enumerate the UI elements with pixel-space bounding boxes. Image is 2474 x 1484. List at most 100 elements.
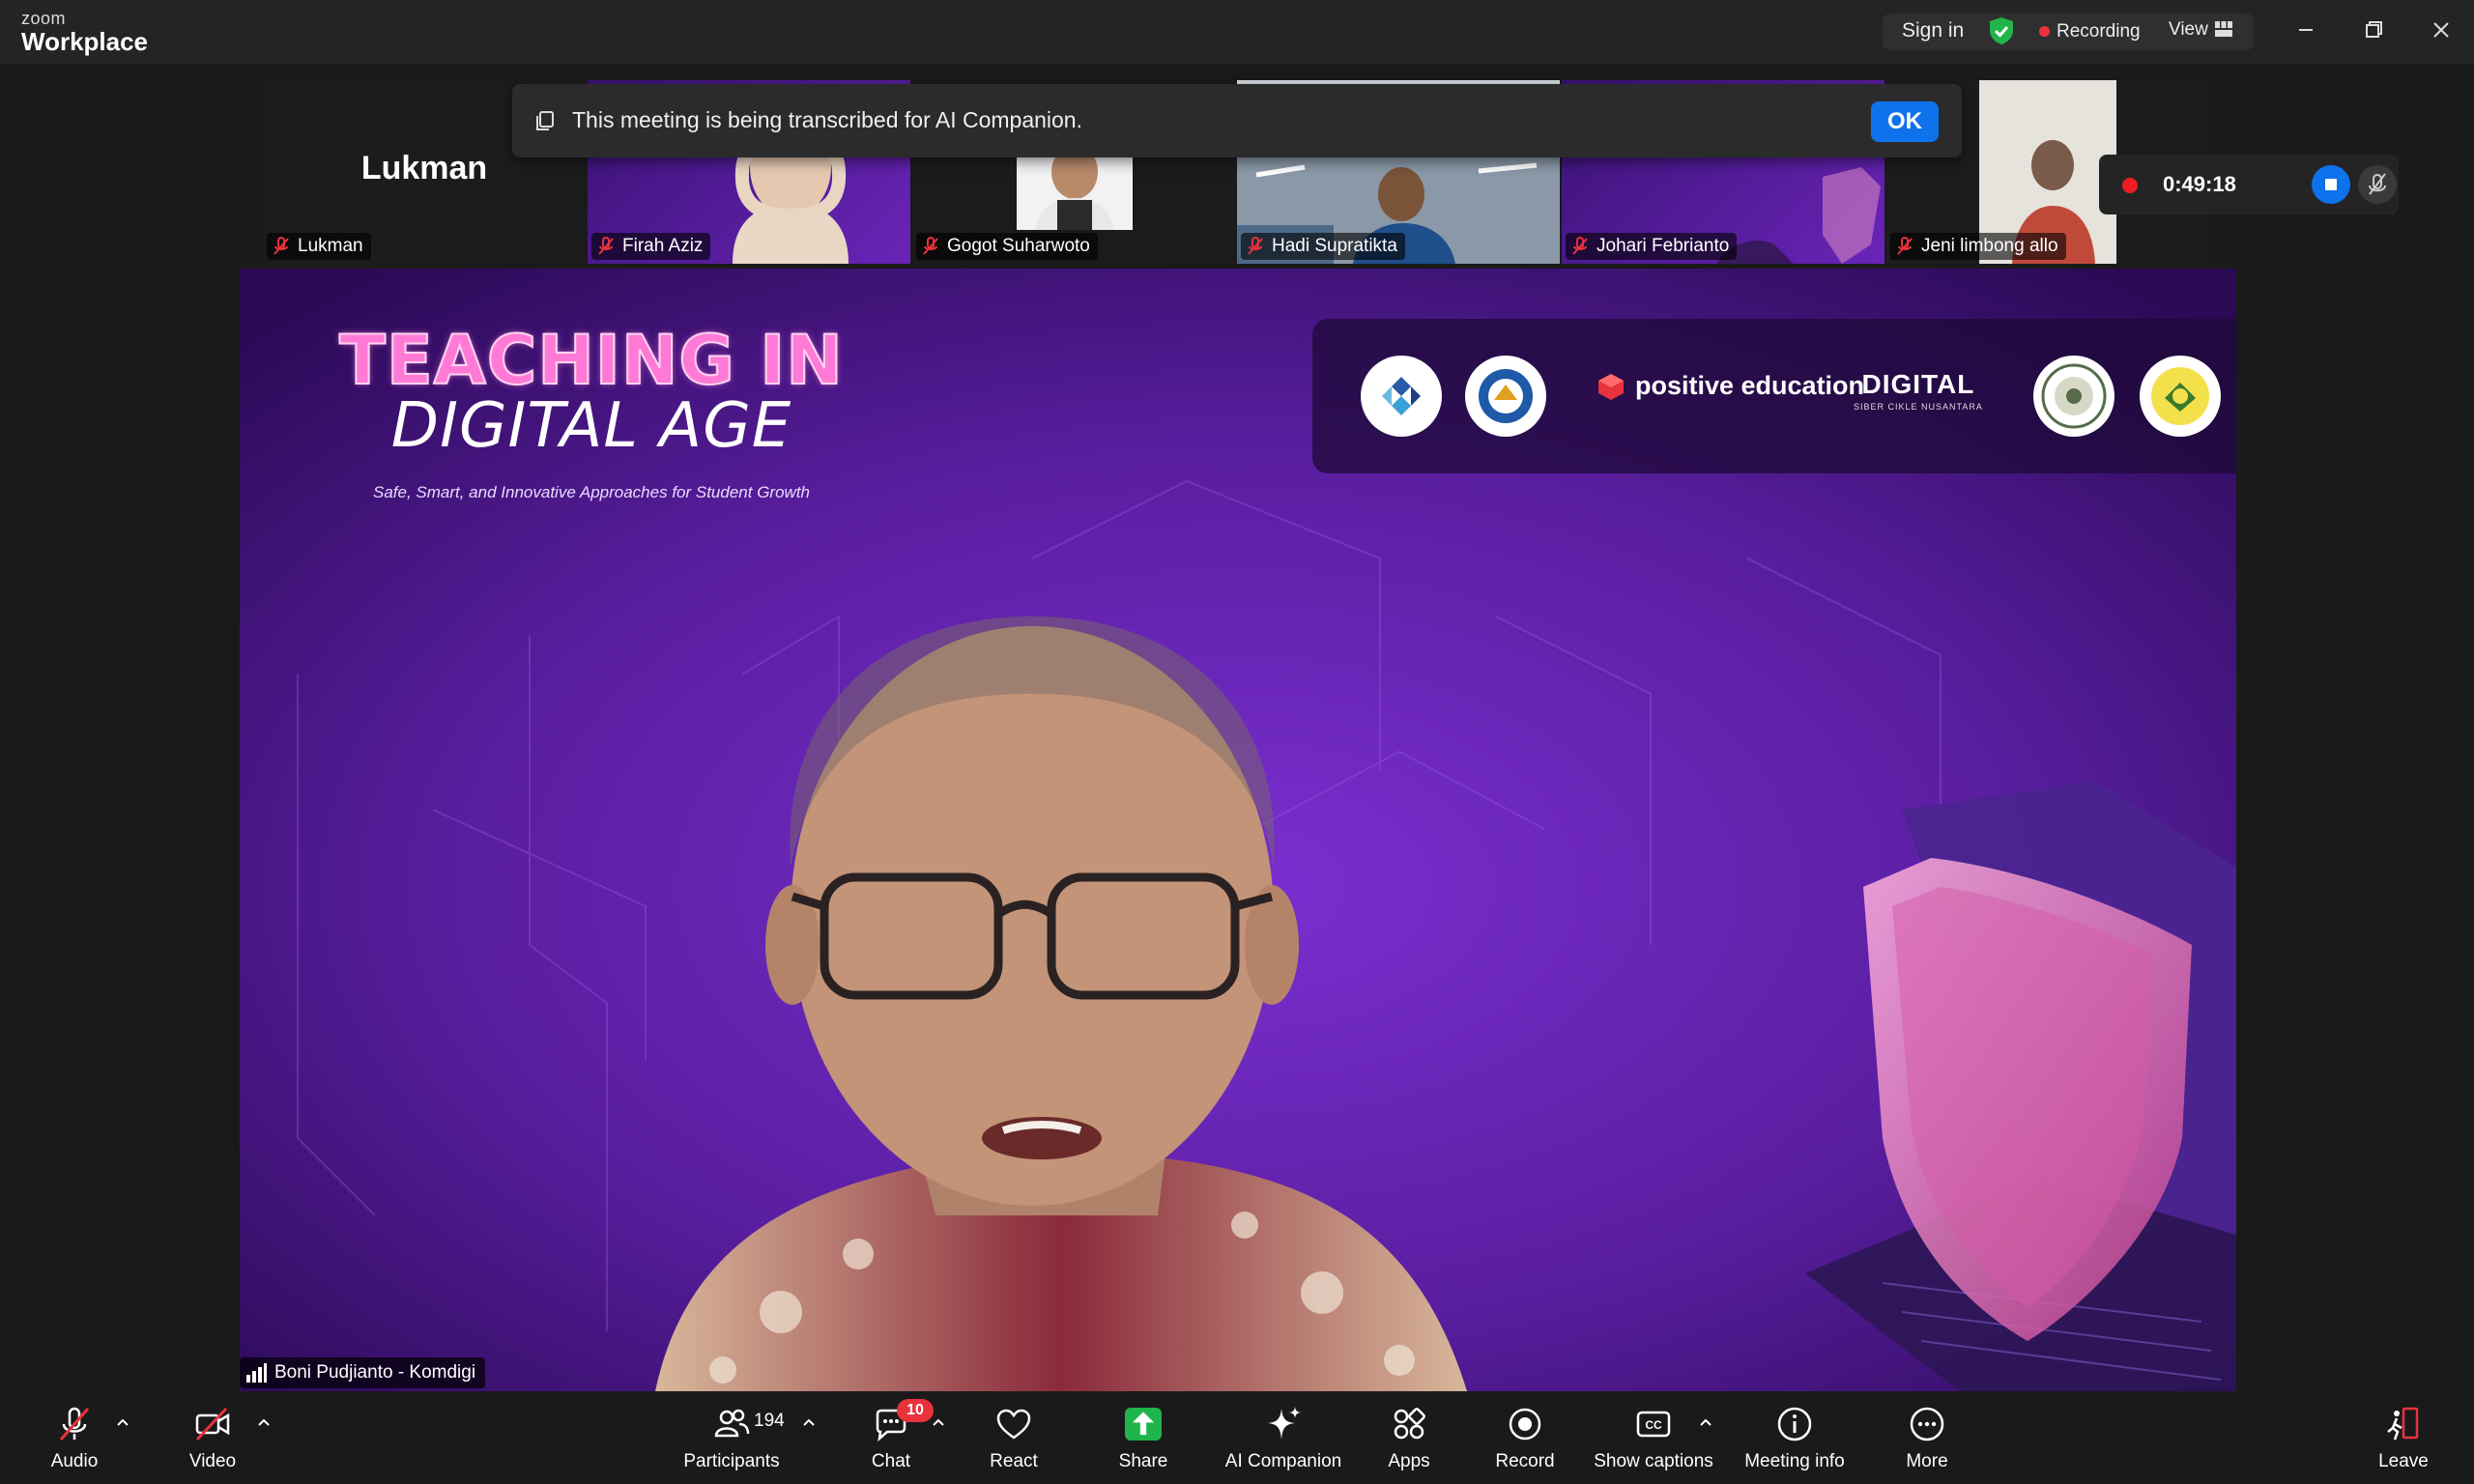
- video-options-caret[interactable]: [253, 1414, 274, 1430]
- brand-big-text: Workplace: [21, 27, 149, 56]
- react-button[interactable]: React: [990, 1391, 1038, 1484]
- main-speaker-video[interactable]: TEACHING IN DIGITAL AGE Safe, Smart, and…: [240, 269, 2236, 1391]
- ai-companion-button[interactable]: AI Companion: [1225, 1391, 1341, 1484]
- more-label: More: [1906, 1451, 1948, 1471]
- participant-name: Firah Aziz: [622, 236, 704, 256]
- positive-education-text: positive education: [1635, 371, 1865, 400]
- participants-options-caret[interactable]: [798, 1414, 820, 1430]
- svg-text:CC: CC: [1645, 1418, 1662, 1432]
- zoom-logo: zoom Workplace: [21, 10, 148, 54]
- show-captions-button[interactable]: CC Show captions: [1594, 1391, 1713, 1484]
- grid-view-icon[interactable]: [2215, 21, 2232, 37]
- participants-icon: [714, 1409, 750, 1438]
- stop-recording-button[interactable]: [2312, 165, 2350, 204]
- close-icon: [2433, 22, 2449, 38]
- sign-in-button[interactable]: Sign in: [1902, 19, 1964, 43]
- participant-name-tag: Hadi Supratikta: [1241, 233, 1405, 260]
- ai-companion-label: AI Companion: [1224, 1451, 1342, 1471]
- audio-label: Audio: [50, 1451, 99, 1471]
- chevron-up-icon: [803, 1418, 815, 1426]
- chevron-up-icon: [933, 1418, 944, 1426]
- sponsor-logo-bar: positive education DIGITAL SIBER CIKLE N…: [1312, 319, 2236, 473]
- digital-logo-subtext: SIBER CIKLE NUSANTARA: [1854, 402, 1983, 412]
- video-button[interactable]: Video: [184, 1391, 242, 1484]
- muted-mic-icon: [59, 1407, 90, 1441]
- notice-message: This meeting is being transcribed for AI…: [572, 107, 1082, 132]
- muted-mic-icon: [273, 237, 289, 255]
- record-button[interactable]: Record: [1494, 1391, 1556, 1484]
- apps-icon: [1394, 1408, 1425, 1440]
- digital-logo-text: DIGITAL: [1861, 369, 1975, 399]
- participant-name-tag: Johari Febrianto: [1566, 233, 1738, 260]
- record-label: Record: [1495, 1451, 1555, 1471]
- speaker-name-tag: Boni Pudjianto - Komdigi: [240, 1357, 486, 1388]
- participant-name: Hadi Supratikta: [1272, 236, 1397, 256]
- participant-name-tag: Jeni limbong allo: [1890, 233, 2066, 260]
- slide-title-line1: TEACHING IN: [338, 321, 844, 400]
- video-off-icon: [195, 1407, 230, 1441]
- captions-options-caret[interactable]: [1695, 1414, 1716, 1430]
- participant-name: Lukman: [298, 236, 363, 256]
- slide-subtitle: Safe, Smart, and Innovative Approaches f…: [372, 483, 810, 501]
- muted-mic-icon: [923, 237, 938, 255]
- heart-icon: [996, 1409, 1031, 1440]
- participant-name-tag: Firah Aziz: [591, 233, 711, 260]
- participant-name: Gogot Suharwoto: [947, 236, 1090, 256]
- chat-button[interactable]: 10 Chat: [868, 1391, 934, 1484]
- audio-button[interactable]: Audio: [44, 1391, 104, 1484]
- muted-mic-icon: [1248, 237, 1263, 255]
- positive-education-logo: positive education: [1597, 371, 1864, 401]
- meeting-info-label: Meeting info: [1744, 1451, 1845, 1471]
- recording-dot-icon: [2039, 26, 2050, 37]
- muted-mic-icon: [1897, 237, 1913, 255]
- copy-icon: [536, 111, 554, 130]
- signal-bars-icon: [246, 1363, 267, 1383]
- slide-title-line2: DIGITAL AGE: [390, 390, 792, 462]
- digital-logo: DIGITAL SIBER CIKLE NUSANTARA: [1854, 369, 1983, 412]
- more-button[interactable]: More: [1902, 1391, 1952, 1484]
- leave-button[interactable]: Leave: [2377, 1391, 2430, 1484]
- react-label: React: [990, 1451, 1038, 1471]
- transcription-notice: This meeting is being transcribed for AI…: [512, 84, 1962, 157]
- participant-name: Jeni limbong allo: [1921, 236, 2058, 256]
- video-label: Video: [188, 1451, 237, 1471]
- chevron-up-icon: [117, 1418, 129, 1426]
- chevron-up-icon: [258, 1418, 270, 1426]
- ministry-logo: [1465, 356, 1546, 437]
- slide-title: TEACHING IN DIGITAL AGE: [321, 321, 862, 462]
- cube-icon: [1598, 373, 1624, 400]
- participants-button[interactable]: Participants: [682, 1391, 781, 1484]
- chevron-up-icon: [1700, 1418, 1712, 1426]
- leave-door-icon: [2387, 1407, 2419, 1441]
- participants-count: 194: [754, 1411, 785, 1431]
- restore-button[interactable]: [2354, 14, 2393, 46]
- record-icon: [1509, 1408, 1541, 1441]
- meeting-info-button[interactable]: Meeting info: [1740, 1391, 1850, 1484]
- restore-icon: [2366, 21, 2382, 38]
- speaker-name: Boni Pudjianto - Komdigi: [274, 1362, 476, 1383]
- apps-button[interactable]: Apps: [1386, 1391, 1432, 1484]
- sparkle-icon: [1268, 1407, 1301, 1440]
- recording-indicator[interactable]: Recording: [2057, 21, 2141, 43]
- muted-mic-icon: [2369, 173, 2386, 195]
- show-captions-label: Show captions: [1594, 1451, 1713, 1471]
- meeting-toolbar: Audio Video Participants 194 10 Chat Rea…: [0, 1391, 2474, 1484]
- minimize-icon: [2299, 29, 2313, 31]
- participant-name-tag: Gogot Suharwoto: [916, 233, 1098, 260]
- audio-options-caret[interactable]: [112, 1414, 133, 1430]
- emblem-logo: [2033, 356, 2114, 437]
- info-icon: [1777, 1407, 1812, 1441]
- chat-label: Chat: [871, 1451, 911, 1471]
- minimize-button[interactable]: [2287, 14, 2325, 46]
- recording-timer: 0:49:18: [2163, 172, 2236, 196]
- closed-captions-icon: CC: [1636, 1411, 1671, 1438]
- chat-options-caret[interactable]: [928, 1414, 949, 1430]
- leave-label: Leave: [2378, 1451, 2429, 1471]
- shield-check-icon[interactable]: [1989, 16, 2014, 45]
- notice-ok-button[interactable]: OK: [1871, 101, 1939, 142]
- share-screen-icon: [1125, 1408, 1162, 1441]
- view-button[interactable]: View: [2169, 19, 2208, 41]
- share-button[interactable]: Share: [1119, 1391, 1167, 1484]
- mute-mic-button[interactable]: [2358, 165, 2397, 204]
- close-button[interactable]: [2422, 14, 2460, 46]
